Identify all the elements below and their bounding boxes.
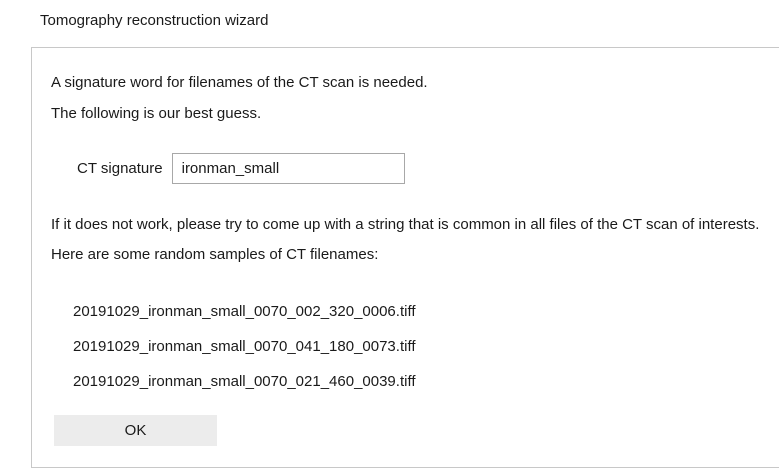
sample-filename: 20191029_ironman_small_0070_021_460_0039…: [73, 373, 416, 390]
sample-filename: 20191029_ironman_small_0070_002_320_0006…: [73, 303, 416, 320]
sample-filename-list: 20191029_ironman_small_0070_002_320_0006…: [73, 302, 416, 407]
intro-text-2: The following is our best guess.: [51, 105, 262, 122]
ct-signature-row: CT signature: [77, 153, 405, 184]
hint-text-1: If it does not work, please try to come …: [51, 216, 760, 233]
ct-signature-label: CT signature: [77, 159, 163, 177]
ct-signature-input[interactable]: [171, 153, 405, 184]
window-title: Tomography reconstruction wizard: [40, 12, 269, 29]
wizard-page: Tomography reconstruction wizard A signa…: [0, 0, 779, 471]
wizard-panel: A signature word for filenames of the CT…: [31, 47, 779, 468]
sample-filename: 20191029_ironman_small_0070_041_180_0073…: [73, 338, 416, 355]
hint-text-2: Here are some random samples of CT filen…: [51, 246, 379, 263]
intro-text-1: A signature word for filenames of the CT…: [51, 74, 428, 91]
ok-button[interactable]: OK: [54, 415, 217, 446]
